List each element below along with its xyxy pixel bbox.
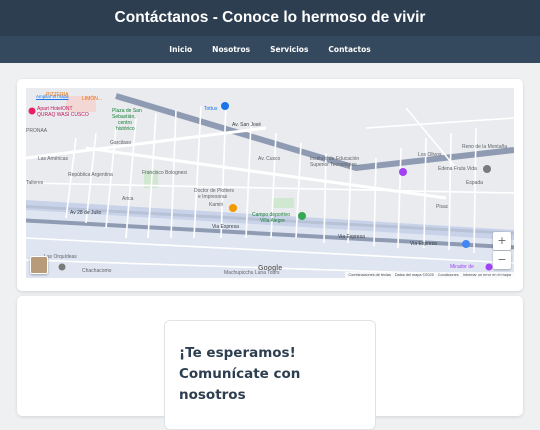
map-label-instituto-2: Superior Tecnológico... <box>310 162 361 168</box>
map-label-reno: Reno de la Montaña <box>462 144 507 150</box>
map-label-francisco: Francisco Bolognesi <box>142 170 187 176</box>
map-label-las-americas: Las Américas <box>38 156 69 162</box>
map-label-av-cusco: Av. Cusco <box>258 156 281 162</box>
page-title: Contáctanos - Conoce lo hermoso de vivir <box>114 9 426 26</box>
zoom-out-button[interactable]: − <box>493 251 511 269</box>
map-label-pisac: Pisac <box>436 204 449 210</box>
campo-area <box>272 198 294 208</box>
map-label-mirador: Mirador de <box>450 264 474 270</box>
google-logo: Google <box>258 265 283 272</box>
map-label-kamiri: Kamiri <box>209 202 223 208</box>
contact-heading: ¡Te esperamos! Comunícate con nosotros <box>179 345 301 403</box>
campo-pin[interactable] <box>298 212 306 220</box>
map-label-plaza-4: histórico <box>116 126 135 132</box>
edena-pin[interactable] <box>483 165 491 173</box>
contact-box: ¡Te esperamos! Comunícate con nosotros <box>164 320 376 430</box>
terms-link[interactable]: Condiciones <box>438 273 459 277</box>
nav-link-inicio[interactable]: Inicio <box>169 45 192 54</box>
map-label-los-olivos: Los Olivos <box>418 152 442 158</box>
map-card: PIZZERIA LIMÓN... Apart HotelONT QURAQ W… <box>17 79 523 291</box>
map-label-garcilaso: Garcilaso <box>110 140 131 146</box>
zoom-in-button[interactable]: + <box>493 232 511 250</box>
map-label-tottus: Tottus <box>204 106 218 112</box>
orquideas-pin[interactable] <box>58 263 66 271</box>
map-label-chachacomo: Chachacomo <box>82 268 112 274</box>
tottus-pin[interactable] <box>221 102 229 110</box>
map-label-edena: Edena Fruta Vida <box>438 166 477 172</box>
via-expresa-pin[interactable] <box>462 240 470 248</box>
map-label-espada: Espada <box>466 180 483 186</box>
mirador-pin[interactable] <box>485 263 493 271</box>
street-view-thumbnail[interactable] <box>30 256 48 274</box>
map-label-doctor-2: e Impresoras <box>198 194 228 200</box>
report-error-link[interactable]: Informar un error en el mapa <box>463 273 511 277</box>
map-data-credit: Datos del mapa ©2025 <box>394 273 434 277</box>
map-label-via-expresa-3: Via Expresa <box>410 241 437 247</box>
map-label-pronaa: PRONAA <box>26 128 48 134</box>
main-nav: Inicio Nosotros Servicios Contactos <box>0 36 540 63</box>
map-label-talleres: Talleres <box>26 180 44 186</box>
garcilaso-road <box>26 126 267 160</box>
map-label-limon: LIMÓN... <box>82 95 102 102</box>
map-label-campo-2: Villa Alegre <box>260 218 285 224</box>
apart-pin[interactable] <box>28 107 36 115</box>
map-label-via-expresa-2: Via Expresa <box>338 234 365 240</box>
expand-map-link[interactable]: Ampliar el mapa <box>36 94 69 99</box>
map-label-republica: República Argentina <box>68 172 113 178</box>
map-label-arica: Arica <box>122 196 134 202</box>
map-label-orquideas: Las Orquídeas <box>44 254 77 260</box>
nav-link-nosotros[interactable]: Nosotros <box>212 45 250 54</box>
contact-card: ¡Te esperamos! Comunícate con nosotros <box>17 296 523 430</box>
map-attribution: Combinaciones de teclas Datos del mapa ©… <box>345 272 514 278</box>
nav-link-contactos[interactable]: Contactos <box>328 45 370 54</box>
map-label-via-expresa-1: Via Expresa <box>212 224 239 230</box>
site-header: Contáctanos - Conoce lo hermoso de vivir <box>0 0 540 36</box>
nav-link-servicios[interactable]: Servicios <box>270 45 308 54</box>
doctor-pin[interactable] <box>229 204 237 212</box>
map-label-av-san-jose: Av. San José <box>232 122 261 128</box>
map-canvas[interactable]: PIZZERIA LIMÓN... Apart HotelONT QURAQ W… <box>26 88 514 278</box>
keyboard-shortcuts-link[interactable]: Combinaciones de teclas <box>348 273 390 277</box>
map-label-av-28: Av 28 de Julio <box>70 210 102 216</box>
instituto-pin[interactable] <box>399 168 407 176</box>
map-label-wasi: QURAQ WASI CUSCO <box>37 112 89 118</box>
embedded-map[interactable]: PIZZERIA LIMÓN... Apart HotelONT QURAQ W… <box>26 88 514 278</box>
